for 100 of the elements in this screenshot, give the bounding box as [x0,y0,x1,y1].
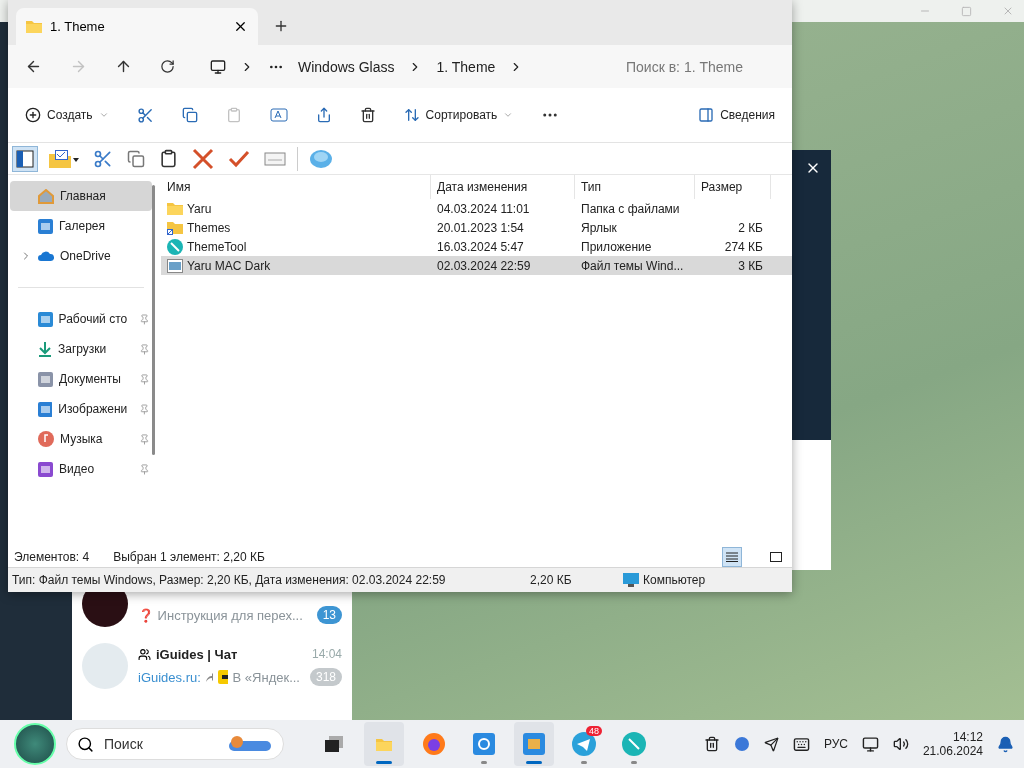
details-view-button[interactable] [722,547,742,567]
pin-icon [139,433,150,445]
window-stack-icon [324,736,343,752]
theme-file-icon [167,258,183,273]
start-button[interactable] [14,723,56,765]
create-button[interactable]: Создать [22,104,112,126]
copy-icon[interactable] [181,107,198,123]
column-header[interactable]: Дата изменения [431,175,575,199]
folder-icon [375,737,392,751]
picture-icon [37,401,53,417]
folder-icon [26,20,42,33]
video-icon [38,461,53,477]
keyboard-icon[interactable] [792,735,810,753]
nav-item[interactable]: Видео [10,454,152,484]
chevron-down-icon [98,110,109,120]
avatar [82,643,128,689]
table-cell-text: Ярлык [580,220,618,235]
check-icon[interactable] [228,149,250,168]
document-icon [38,371,53,387]
file-row[interactable]: Themes 20.01.2023 1:54 Ярлык 2 КБ [161,218,792,237]
nav-item[interactable]: OneDrive [10,241,152,271]
refresh-icon[interactable] [160,59,175,74]
nav-item[interactable]: Загрузки [10,334,152,364]
nav-item[interactable]: Изображени [10,394,152,424]
nav-item[interactable]: Рабочий сто [10,304,152,334]
window-tab[interactable]: 1. Theme [16,8,258,45]
sync-icon [472,733,495,755]
arrow-left-icon[interactable] [25,58,42,75]
search-field[interactable]: Поиск в: 1. Theme [624,57,778,76]
file-row[interactable]: Yaru MAC Dark 02.03.2024 22:59 Файл темы Wind... 3 КБ [161,256,792,275]
plus-circle-icon [25,107,41,123]
plus-icon[interactable] [273,18,289,34]
close-icon[interactable] [233,19,248,34]
chat-time: 14:04 [311,647,342,661]
table-cell-text: Файл темы Wind... [580,258,685,273]
sort-button[interactable]: Сортировать [400,104,517,126]
nav-item[interactable]: Документы [10,364,152,394]
paper-plane-icon[interactable] [763,736,779,752]
breadcrumb-item[interactable]: 1. Theme [436,58,496,75]
nav-item[interactable]: Главная [10,181,152,211]
music-icon [38,431,54,447]
search-input[interactable]: Поиск [102,735,217,753]
search-field[interactable]: Поиск [66,728,284,760]
globe-icon[interactable] [733,736,750,752]
taskbar-app-button[interactable]: 48 [563,722,604,766]
nav-item[interactable]: Музыка [10,424,152,454]
folder-check-icon[interactable] [49,149,79,168]
cloud-icon [38,251,54,261]
cut-icon[interactable] [136,106,154,124]
notifications-icon[interactable] [997,735,1014,753]
table-cell-text: 3 КБ [737,258,764,273]
running-indicator [480,761,487,764]
running-indicator [525,761,542,764]
chat-name[interactable]: iGuides | Чат [156,646,238,662]
browser-icon [422,733,445,755]
breadcrumb-item[interactable]: Windows Glass [298,58,395,75]
folder-icon [167,202,183,215]
details-button[interactable]: Сведения [695,104,778,126]
monitor-icon[interactable] [210,58,226,75]
file-row[interactable]: Yaru 04.03.2024 11:01 Папка с файлами [161,199,792,218]
clock[interactable]: 14:12 21.06.2024 [922,730,983,758]
speaker-icon[interactable] [892,736,909,752]
sender-name: iGuides.ru: [138,669,201,685]
sticker-icon [217,670,228,684]
pane-button[interactable] [12,145,38,172]
picture-icon [38,218,53,234]
forward-icon [205,672,213,682]
column-header[interactable]: Имя [161,175,431,199]
table-cell-text: Папка с файлами [580,201,681,216]
file-name: Yaru [187,201,212,216]
column-header[interactable]: Размер [695,175,771,199]
table-cell-text: 16.03.2024 5:47 [436,239,525,254]
cut-icon[interactable] [93,148,113,169]
file-name: Themes [187,220,231,235]
table-cell-text: 04.03.2024 11:01 [436,201,531,216]
language-indicator[interactable]: РУС [823,737,848,751]
running-indicator [375,761,392,764]
notification-count: 48 [585,726,602,736]
file-name: Yaru MAC Dark [187,258,271,273]
group-icon [138,647,151,661]
square-icon [770,552,782,562]
running-indicator [630,761,637,764]
message-preview: В «Яндек... [232,669,300,685]
file-size: 2,20 КБ [529,573,573,587]
package-icon [522,733,545,755]
share-icon[interactable] [315,107,332,123]
trash-icon[interactable] [703,736,720,752]
scrollbar[interactable] [152,185,155,455]
file-row[interactable]: ThemeTool 16.03.2024 5:47 Приложение 274 КБ [161,237,792,256]
rename-icon[interactable] [269,107,288,123]
pin-icon [139,403,150,415]
delete-icon[interactable] [359,107,376,123]
column-header[interactable]: Тип [575,175,695,199]
nav-item[interactable]: Галерея [10,211,152,241]
copy-icon[interactable] [127,149,145,168]
location-label: Компьютер [643,573,706,587]
desktop-icon [37,311,53,327]
monitor-icon[interactable] [861,735,879,753]
item-count: Элементов: 4 [14,550,90,564]
paste-icon[interactable] [159,149,178,168]
